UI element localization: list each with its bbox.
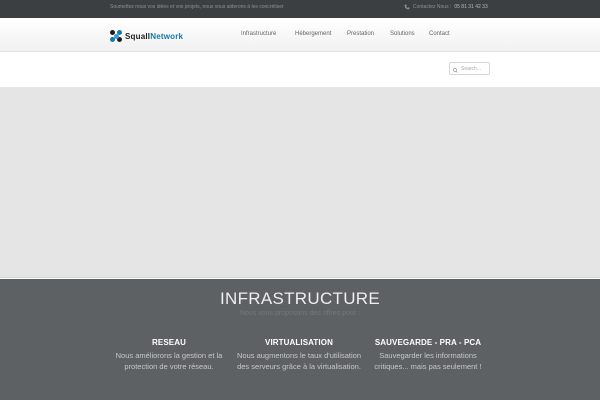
main-nav: Infrastructure Hébergement Prestation So… — [0, 31, 600, 41]
nav-item-hebergement[interactable]: Hébergement — [295, 31, 331, 37]
feature-text: Nous augmentons le taux d'utilisation de… — [237, 351, 362, 371]
search-box[interactable] — [449, 62, 490, 75]
hero-banner — [0, 88, 600, 278]
feature-column-sauvegarde: SAUVEGARDE - PRA - PCA Sauvegarder les i… — [366, 338, 490, 372]
contact-info: Contactez Nous : 05 81 31 42 33 — [404, 4, 488, 10]
site-header: SquallNetwork Infrastructure Hébergement… — [0, 18, 600, 52]
feature-text: Sauvegarder les informations critiques..… — [374, 351, 482, 371]
feature-title: SAUVEGARDE - PRA - PCA — [374, 338, 482, 347]
contact-phone[interactable]: 05 81 31 42 33 — [454, 4, 487, 10]
nav-item-solutions[interactable]: Solutions — [390, 31, 415, 37]
feature-column-virtualisation: VIRTUALISATION Nous augmentons le taux d… — [237, 338, 361, 372]
search-icon — [453, 60, 458, 78]
section-title: INFRASTRUCTURE — [219, 289, 381, 308]
tagline: Soumettez nous vos idées et vos projets,… — [110, 4, 284, 10]
search-input[interactable] — [461, 65, 489, 72]
top-bar: Soumettez nous vos idées et vos projets,… — [0, 0, 600, 18]
feature-title: RESEAU — [152, 338, 186, 347]
infrastructure-section: INFRASTRUCTURE Nous vous proposons des o… — [0, 279, 600, 400]
phone-icon — [404, 4, 410, 10]
feature-text: Nous améliorons la gestion et la protect… — [115, 351, 223, 371]
nav-item-prestation[interactable]: Prestation — [347, 31, 374, 37]
section-subtitle: Nous vous proposons des offres pour : — [239, 310, 361, 317]
contact-label: Contactez Nous : — [413, 4, 452, 10]
nav-item-contact[interactable]: Contact — [429, 31, 450, 37]
nav-item-infrastructure[interactable]: Infrastructure — [241, 31, 276, 37]
search-row — [0, 52, 600, 88]
feature-title: VIRTUALISATION — [265, 338, 333, 347]
feature-column-reseau: RESEAU Nous améliorons la gestion et la … — [107, 338, 231, 372]
